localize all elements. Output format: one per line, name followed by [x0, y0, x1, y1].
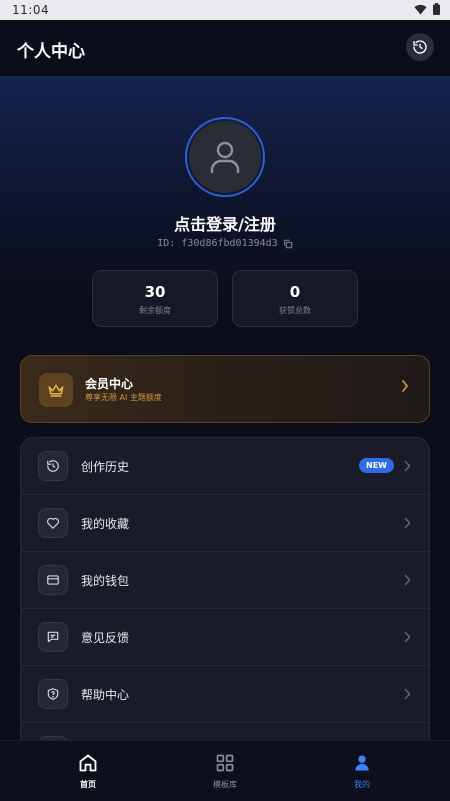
menu-label: 帮助中心: [81, 688, 130, 702]
menu-item-favorites[interactable]: 我的收藏: [21, 495, 429, 552]
app-header: 个人中心: [0, 20, 450, 76]
stat-value: 0: [289, 283, 301, 301]
user-icon: [355, 755, 369, 771]
history-icon: [413, 40, 427, 54]
menu-label: 创作历史: [81, 460, 130, 474]
nav-home[interactable]: 首页: [43, 753, 133, 790]
feedback-icon: [47, 631, 59, 643]
status-bar: 11:04: [0, 0, 450, 20]
vip-title: 会员中心: [85, 377, 134, 391]
help-icon: [47, 688, 59, 700]
login-register-link[interactable]: 点击登录/注册: [0, 211, 450, 235]
chevron-right-icon: [404, 631, 411, 643]
heart-icon: [47, 517, 59, 529]
chevron-right-icon: [404, 517, 411, 529]
menu-item-feedback[interactable]: 意见反馈: [21, 609, 429, 666]
nav-label: 模板库: [213, 780, 237, 789]
page-title: 个人中心: [17, 42, 85, 62]
nav-profile[interactable]: 我的: [317, 753, 407, 790]
chevron-right-icon: [404, 574, 411, 586]
user-id: ID: f30d86fbd01394d3: [157, 238, 278, 249]
stat-label: 获赞总数: [279, 306, 311, 315]
menu-label: 我的收藏: [81, 517, 130, 531]
history-icon: [47, 460, 59, 472]
copy-icon[interactable]: [283, 239, 293, 249]
vip-subtitle: 尊享无限 AI 主题额度: [85, 393, 162, 402]
battery-icon: [433, 3, 440, 15]
crown-icon-box: [39, 373, 73, 407]
menu-list: 创作历史 NEW 我的收藏 我的钱包 意见反馈 帮助中心: [20, 437, 430, 767]
menu-item-help-center[interactable]: 帮助中心: [21, 666, 429, 723]
stat-card-total-likes: 0 获赞总数: [232, 270, 358, 327]
status-time: 11:04: [12, 3, 50, 17]
menu-icon-box: [38, 679, 68, 709]
chevron-right-icon: [404, 460, 411, 472]
stat-label: 剩余额度: [139, 306, 171, 315]
grid-icon: [216, 754, 234, 772]
chevron-right-icon: [402, 380, 409, 392]
menu-icon-box: [38, 622, 68, 652]
menu-label: 意见反馈: [81, 631, 130, 645]
user-placeholder-icon: [210, 141, 240, 173]
wifi-icon: [414, 4, 427, 15]
menu-item-wallet[interactable]: 我的钱包: [21, 552, 429, 609]
bottom-nav: 首页 模板库 我的: [0, 740, 450, 801]
menu-icon-box: [38, 565, 68, 595]
nav-templates[interactable]: 模板库: [180, 753, 270, 790]
new-badge: NEW: [359, 458, 394, 473]
vip-center-card[interactable]: 会员中心 尊享无限 AI 主题额度: [20, 355, 430, 423]
user-id-row: ID: f30d86fbd01394d3: [0, 238, 450, 249]
wallet-icon: [47, 575, 59, 585]
crown-icon: [48, 384, 64, 397]
nav-label: 首页: [80, 780, 96, 789]
status-icons: [414, 3, 440, 15]
chevron-right-icon: [404, 688, 411, 700]
menu-label: 我的钱包: [81, 574, 130, 588]
avatar[interactable]: [185, 117, 265, 197]
menu-icon-box: [38, 508, 68, 538]
nav-label: 我的: [354, 780, 370, 789]
menu-icon-box: [38, 451, 68, 481]
stat-value: 30: [144, 283, 166, 301]
menu-item-creation-history[interactable]: 创作历史 NEW: [21, 438, 429, 495]
avatar-inner: [189, 121, 261, 193]
stat-card-remaining-quota: 30 剩余额度: [92, 270, 218, 327]
history-button[interactable]: [406, 33, 434, 61]
home-icon: [79, 754, 97, 772]
